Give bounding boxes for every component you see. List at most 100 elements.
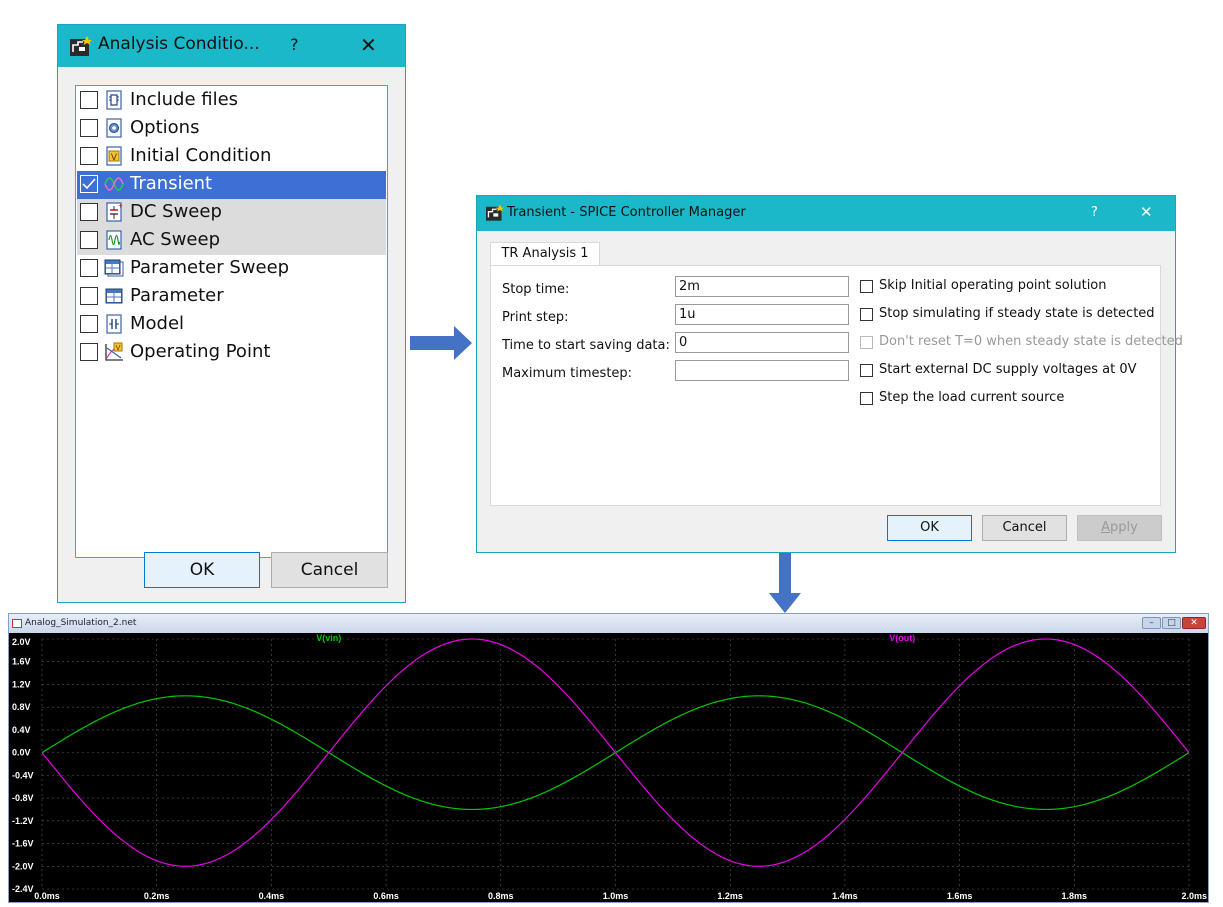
transient-dialog: Transient - SPICE Controller Manager ? ✕… <box>476 195 1183 553</box>
waveform-window-title: Analog_Simulation_2.net <box>25 618 137 628</box>
analysis-dialog-titlebar: Analysis Conditio... ? ✕ <box>58 25 405 67</box>
list-item-label: Initial Condition <box>130 145 272 166</box>
checkbox[interactable] <box>80 119 98 137</box>
start-saving-input[interactable]: 0 <box>675 332 849 353</box>
list-item-operating-point[interactable]: V Operating Point <box>77 339 386 367</box>
help-button[interactable]: ? <box>1091 205 1098 220</box>
flow-arrow-down-icon <box>769 549 801 613</box>
stop-steady-state-label: Stop simulating if steady state is detec… <box>879 306 1155 321</box>
analysis-type-list: Include files Options V Initial Conditio… <box>75 85 388 558</box>
list-item-label: Operating Point <box>130 341 271 362</box>
help-button[interactable]: ? <box>290 35 299 54</box>
list-item-transient[interactable]: Transient <box>77 171 386 199</box>
dont-reset-label: Don't reset T=0 when steady state is det… <box>879 334 1183 349</box>
maximize-button[interactable]: □ <box>1162 617 1181 629</box>
app-logo-icon <box>486 204 504 221</box>
y-tick-label: 1.2V <box>12 679 31 689</box>
y-tick-label: -2.0V <box>12 861 34 871</box>
svg-text:V: V <box>111 153 118 163</box>
step-load-checkbox[interactable] <box>860 392 873 405</box>
svg-text:+: + <box>118 203 123 210</box>
x-tick-label: 1.6ms <box>947 891 973 901</box>
transient-dialog-titlebar: Transient - SPICE Controller Manager ? ✕ <box>477 196 1175 231</box>
checkbox[interactable] <box>80 231 98 249</box>
waveform-titlebar: Analog_Simulation_2.net – □ ✕ <box>9 614 1208 633</box>
stop-steady-state-checkbox[interactable] <box>860 308 873 321</box>
tab-tr-analysis-1[interactable]: TR Analysis 1 <box>490 242 600 267</box>
checkbox[interactable] <box>80 315 98 333</box>
include-files-icon <box>106 90 122 110</box>
checkbox[interactable] <box>80 147 98 165</box>
operating-point-icon: V <box>105 342 123 361</box>
x-tick-label: 1.8ms <box>1062 891 1088 901</box>
app-logo-icon <box>70 36 92 56</box>
cancel-button[interactable]: Cancel <box>271 552 388 588</box>
x-tick-label: 0.2ms <box>144 891 170 901</box>
flow-arrow-right-icon <box>410 326 472 360</box>
list-item-label: Transient <box>130 173 213 194</box>
x-tick-label: 0.6ms <box>373 891 399 901</box>
start-dc-0v-checkbox[interactable] <box>860 364 873 377</box>
close-button[interactable]: ✕ <box>1182 617 1206 629</box>
max-timestep-label: Maximum timestep: <box>502 366 633 381</box>
step-load-label: Step the load current source <box>879 390 1065 405</box>
waveform-plot[interactable]: 2.0V 1.6V 1.2V 0.8V 0.4V 0.0V -0.4V -0.8V -1.2V -… <box>9 633 1208 902</box>
minimize-button[interactable]: – <box>1142 617 1161 629</box>
stop-time-label: Stop time: <box>502 282 570 297</box>
legend-label-vin[interactable]: V(vin) <box>316 633 341 643</box>
list-item-parameter[interactable]: Parameter <box>77 283 386 311</box>
list-item-initial-condition[interactable]: V Initial Condition <box>77 143 386 171</box>
print-step-input[interactable]: 1u <box>675 304 849 325</box>
analysis-conditions-dialog: Analysis Conditio... ? ✕ Include files O… <box>57 24 406 603</box>
checkbox[interactable] <box>80 343 98 361</box>
x-tick-label: 1.0ms <box>603 891 629 901</box>
x-tick-label: 0.0ms <box>34 891 60 901</box>
close-button[interactable]: ✕ <box>360 33 377 57</box>
y-tick-label: 0.0V <box>12 748 31 758</box>
list-item-parameter-sweep[interactable]: Parameter Sweep <box>77 255 386 283</box>
list-item-dc-sweep[interactable]: + DC Sweep <box>77 199 386 227</box>
checkbox[interactable] <box>80 287 98 305</box>
list-item-include-files[interactable]: Include files <box>77 87 386 115</box>
y-tick-label: -0.8V <box>12 793 34 803</box>
list-item-label: DC Sweep <box>130 201 222 222</box>
dc-sweep-icon: + <box>106 202 123 222</box>
close-button[interactable]: ✕ <box>1140 203 1153 221</box>
list-item-ac-sweep[interactable]: AC Sweep <box>77 227 386 255</box>
initial-condition-icon: V <box>106 146 122 166</box>
x-tick-label: 1.4ms <box>832 891 858 901</box>
ac-sweep-icon <box>106 230 122 250</box>
list-item-model[interactable]: Model <box>77 311 386 339</box>
y-tick-label: 0.4V <box>12 725 31 735</box>
print-step-label: Print step: <box>502 310 569 325</box>
list-item-options[interactable]: Options <box>77 115 386 143</box>
transient-dialog-title: Transient - SPICE Controller Manager <box>507 205 746 220</box>
waveform-window: Analog_Simulation_2.net – □ ✕ 2.0V 1.6V 1.… <box>8 613 1209 903</box>
y-tick-label: -0.4V <box>12 770 34 780</box>
plot-background <box>9 633 1208 902</box>
list-item-label: Model <box>130 313 185 334</box>
x-tick-label: 0.4ms <box>259 891 285 901</box>
legend-label-vout[interactable]: V(out) <box>889 633 915 643</box>
checkmark-icon <box>82 178 96 190</box>
skip-op-checkbox[interactable] <box>860 280 873 293</box>
checkbox[interactable] <box>80 203 98 221</box>
list-item-label: Include files <box>130 89 239 110</box>
transient-wave-icon <box>104 177 124 191</box>
cancel-button[interactable]: Cancel <box>982 515 1067 541</box>
start-dc-0v-label: Start external DC supply voltages at 0V <box>879 362 1137 377</box>
y-tick-label: -1.2V <box>12 816 34 826</box>
ok-button[interactable]: OK <box>144 552 260 588</box>
max-timestep-input[interactable] <box>675 360 849 381</box>
skip-op-label: Skip Initial operating point solution <box>879 278 1107 293</box>
ok-button[interactable]: OK <box>887 515 972 541</box>
checkbox-checked[interactable] <box>80 175 98 193</box>
y-tick-label: -1.6V <box>12 839 34 849</box>
parameter-icon <box>105 288 123 304</box>
dont-reset-checkbox <box>860 336 873 349</box>
waveform-window-icon <box>12 619 22 628</box>
y-tick-label: 0.8V <box>12 702 31 712</box>
stop-time-input[interactable]: 2m <box>675 276 849 297</box>
checkbox[interactable] <box>80 259 98 277</box>
checkbox[interactable] <box>80 91 98 109</box>
